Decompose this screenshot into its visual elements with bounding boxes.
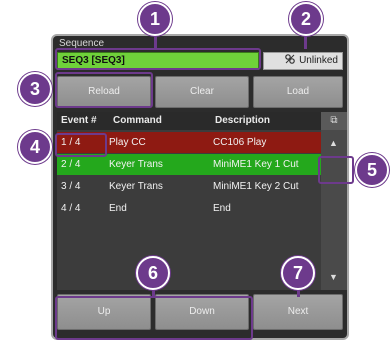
callout-6-highlight	[55, 296, 253, 340]
row-description: End	[213, 203, 231, 214]
row-command: End	[109, 203, 127, 214]
row-event: 4 / 4	[61, 203, 81, 214]
row-description: CC106 Play	[213, 137, 267, 148]
row-description: MiniME1 Key 1 Cut	[213, 159, 299, 170]
unlinked-chain-icon	[285, 54, 295, 64]
clear-button[interactable]: Clear	[155, 76, 249, 108]
callout-2-badge: 2	[289, 2, 323, 36]
link-toggle-button[interactable]: Unlinked	[263, 52, 343, 70]
row-description: MiniME1 Key 2 Cut	[213, 181, 299, 192]
callout-1-highlight	[55, 48, 261, 70]
callout-5-highlight	[318, 156, 354, 184]
link-toggle-label: Unlinked	[299, 55, 338, 66]
callout-6-badge: 6	[136, 256, 170, 290]
callout-5-badge: 5	[355, 153, 389, 187]
callout-4-highlight	[55, 133, 107, 157]
row-command: Play CC	[109, 137, 146, 148]
load-button[interactable]: Load	[253, 76, 343, 108]
table-scrollbar[interactable]: ⧉ ▲ ▼	[321, 112, 347, 290]
row-event: 3 / 4	[61, 181, 81, 192]
callout-3-badge: 3	[18, 72, 52, 106]
table-row-next[interactable]: 2 / 4 Keyer Trans MiniME1 Key 1 Cut	[57, 154, 321, 175]
callout-7-badge: 7	[281, 256, 315, 290]
table-row[interactable]: 4 / 4 End End	[57, 198, 321, 219]
column-options-icon[interactable]: ⧉	[321, 112, 347, 130]
row-command: Keyer Trans	[109, 159, 163, 170]
scroll-down-icon[interactable]: ▼	[329, 272, 338, 282]
column-command: Command	[113, 115, 162, 126]
table-header: Event # Command Description	[57, 112, 321, 130]
next-button[interactable]: Next	[253, 294, 343, 330]
callout-1-badge: 1	[138, 2, 172, 36]
table-row[interactable]: 3 / 4 Keyer Trans MiniME1 Key 2 Cut	[57, 176, 321, 197]
row-event: 2 / 4	[61, 159, 81, 170]
scroll-up-icon[interactable]: ▲	[329, 138, 338, 148]
row-command: Keyer Trans	[109, 181, 163, 192]
callout-3-highlight	[55, 72, 153, 108]
column-event: Event #	[61, 115, 97, 126]
callout-4-badge: 4	[18, 130, 52, 164]
column-description: Description	[215, 115, 271, 126]
